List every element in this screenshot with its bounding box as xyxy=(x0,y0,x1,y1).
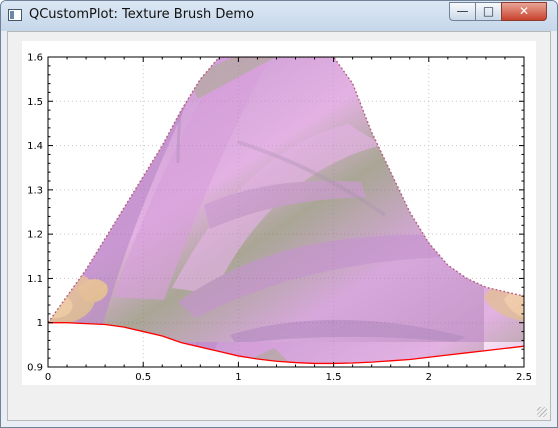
x-tick-label: 2 xyxy=(426,372,432,383)
window-title: QCustomPlot: Texture Brush Demo xyxy=(29,7,255,22)
app-window-icon xyxy=(8,9,22,21)
y-tick-label: 1 xyxy=(37,318,43,329)
x-tick-label: 1 xyxy=(235,372,241,383)
y-tick-label: 1.1 xyxy=(27,274,43,285)
close-button[interactable]: ✕ xyxy=(501,2,547,21)
x-tick-label: 0 xyxy=(45,372,51,383)
x-tick-label: 2.5 xyxy=(516,372,532,383)
plot-client-area: 0 0.5 1 1.5 2 2.5 0.9 1 1.1 1.2 1.3 1.4 1.5 1.6 xyxy=(7,31,551,421)
maximize-button[interactable]: □ xyxy=(475,2,502,21)
y-tick-label: 1.5 xyxy=(27,97,43,108)
app-window: QCustomPlot: Texture Brush Demo — □ ✕ 0 … xyxy=(0,0,558,428)
status-area xyxy=(8,394,550,420)
resize-grip-icon[interactable] xyxy=(537,407,547,417)
y-tick-label: 1.3 xyxy=(27,185,43,196)
y-tick-label: 1.4 xyxy=(27,141,43,152)
x-tick-label: 0.5 xyxy=(135,372,151,383)
x-tick-label: 1.5 xyxy=(326,372,342,383)
y-tick-label: 1.6 xyxy=(27,53,43,64)
texture-brush-chart[interactable]: 0 0.5 1 1.5 2 2.5 0.9 1 1.1 1.2 1.3 1.4 1.5 1.6 xyxy=(8,32,550,420)
y-tick-label: 1.2 xyxy=(27,230,43,241)
title-bar[interactable]: QCustomPlot: Texture Brush Demo — □ ✕ xyxy=(1,1,557,31)
minimize-button[interactable]: — xyxy=(449,2,476,21)
y-tick-label: 0.9 xyxy=(27,363,43,374)
